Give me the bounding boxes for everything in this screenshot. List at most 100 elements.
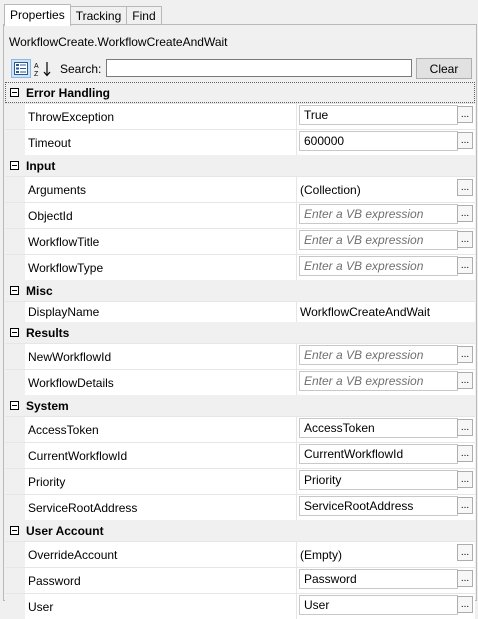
- category-label: Results: [26, 325, 70, 340]
- property-row-accesstoken: AccessToken AccessToken...: [5, 416, 475, 442]
- tab-find[interactable]: Find: [126, 6, 162, 25]
- svg-text:Z: Z: [34, 71, 39, 77]
- property-name[interactable]: ThrowException: [25, 104, 297, 129]
- tab-properties[interactable]: Properties: [4, 4, 71, 26]
- collapse-icon[interactable]: [10, 401, 19, 410]
- ellipsis-button[interactable]: ...: [457, 346, 473, 363]
- ellipsis-button[interactable]: ...: [457, 596, 473, 613]
- property-row-displayname: DisplayName WorkflowCreateAndWait: [5, 301, 475, 322]
- property-value-input[interactable]: CurrentWorkflowId: [299, 444, 458, 464]
- ellipsis-button[interactable]: ...: [457, 205, 473, 222]
- property-value-cell: Enter a VB expression...: [297, 344, 475, 369]
- category-system[interactable]: System: [5, 395, 475, 416]
- property-name[interactable]: WorkflowDetails: [25, 370, 297, 395]
- category-user-account[interactable]: User Account: [5, 520, 475, 541]
- expression-placeholder: Enter a VB expression: [304, 348, 424, 362]
- properties-panel: WorkflowCreate.WorkflowCreateAndWait A Z…: [3, 24, 477, 619]
- property-value-input[interactable]: Password: [299, 569, 458, 589]
- property-name[interactable]: OverrideAccount: [25, 542, 297, 567]
- property-value[interactable]: WorkflowCreateAndWait: [300, 302, 430, 322]
- property-name[interactable]: CurrentWorkflowId: [25, 443, 297, 468]
- category-error-handling[interactable]: Error Handling: [5, 82, 475, 103]
- property-value-input[interactable]: Priority: [299, 470, 458, 490]
- row-gutter: [5, 417, 25, 442]
- property-name[interactable]: AccessToken: [25, 417, 297, 442]
- property-row-workflowtype: WorkflowType Enter a VB expression...: [5, 254, 475, 280]
- property-name[interactable]: NewWorkflowId: [25, 344, 297, 369]
- collapse-icon[interactable]: [10, 328, 19, 337]
- row-gutter: [5, 594, 25, 619]
- row-gutter: [5, 495, 25, 520]
- property-value-input[interactable]: Enter a VB expression: [299, 345, 458, 365]
- property-grid: Error Handling ThrowException True... Timeo…: [5, 82, 475, 619]
- property-value: CurrentWorkflowId: [304, 447, 404, 461]
- collapse-icon[interactable]: [10, 526, 19, 535]
- property-name[interactable]: DisplayName: [25, 302, 297, 322]
- ellipsis-button[interactable]: ...: [457, 544, 473, 561]
- property-row-workflowtitle: WorkflowTitle Enter a VB expression...: [5, 228, 475, 254]
- tab-tracking[interactable]: Tracking: [69, 6, 128, 25]
- ellipsis-button[interactable]: ...: [457, 497, 473, 514]
- property-value-input[interactable]: 600000: [299, 131, 458, 151]
- collapse-icon[interactable]: [10, 88, 19, 97]
- ellipsis-button[interactable]: ...: [457, 106, 473, 123]
- property-value-input[interactable]: Enter a VB expression: [299, 256, 458, 276]
- property-row-objectid: ObjectId Enter a VB expression...: [5, 202, 475, 228]
- row-gutter: [5, 469, 25, 494]
- category-misc[interactable]: Misc: [5, 280, 475, 301]
- ellipsis-button[interactable]: ...: [457, 179, 473, 196]
- expression-placeholder: Enter a VB expression: [304, 233, 424, 247]
- category-input[interactable]: Input: [5, 155, 475, 176]
- property-row-arguments: Arguments (Collection)...: [5, 176, 475, 202]
- property-name[interactable]: Password: [25, 568, 297, 593]
- property-value-input[interactable]: AccessToken: [299, 418, 458, 438]
- property-value-input[interactable]: Enter a VB expression: [299, 230, 458, 250]
- property-name[interactable]: ServiceRootAddress: [25, 495, 297, 520]
- property-value-cell: (Empty)...: [297, 542, 475, 567]
- row-gutter: [5, 130, 25, 155]
- property-value-input[interactable]: Enter a VB expression: [299, 371, 458, 391]
- property-value: (Empty): [300, 547, 342, 562]
- category-label: Misc: [26, 283, 53, 298]
- search-label: Search:: [60, 62, 102, 76]
- property-row-user: User User...: [5, 593, 475, 619]
- property-name[interactable]: Timeout: [25, 130, 297, 155]
- row-gutter: [5, 255, 25, 280]
- property-value-cell: Enter a VB expression...: [297, 255, 475, 280]
- property-value: True: [304, 108, 329, 122]
- property-name[interactable]: ObjectId: [25, 203, 297, 228]
- expression-placeholder: Enter a VB expression: [304, 374, 424, 388]
- property-value: (Collection): [300, 182, 361, 197]
- sort-alphabetical-icon[interactable]: A Z: [33, 59, 53, 78]
- ellipsis-button[interactable]: ...: [457, 257, 473, 274]
- categorized-view-icon[interactable]: [11, 59, 31, 78]
- search-input[interactable]: [106, 59, 412, 77]
- ellipsis-button[interactable]: ...: [457, 419, 473, 436]
- property-name[interactable]: WorkflowTitle: [25, 229, 297, 254]
- property-value-input[interactable]: True: [299, 105, 458, 125]
- property-row-overrideaccount: OverrideAccount (Empty)...: [5, 541, 475, 567]
- property-value-input[interactable]: User: [299, 595, 458, 615]
- ellipsis-button[interactable]: ...: [457, 132, 473, 149]
- property-value-input[interactable]: ServiceRootAddress: [299, 496, 458, 516]
- clear-button[interactable]: Clear: [416, 58, 472, 79]
- ellipsis-button[interactable]: ...: [457, 231, 473, 248]
- property-value-cell: User...: [297, 594, 475, 619]
- row-gutter: [5, 177, 25, 202]
- property-row-priority: Priority Priority...: [5, 468, 475, 494]
- property-value-cell: WorkflowCreateAndWait: [297, 302, 475, 322]
- property-row-timeout: Timeout 600000...: [5, 129, 475, 155]
- collapse-icon[interactable]: [10, 286, 19, 295]
- property-name[interactable]: WorkflowType: [25, 255, 297, 280]
- property-name[interactable]: User: [25, 594, 297, 619]
- category-results[interactable]: Results: [5, 322, 475, 343]
- collapse-icon[interactable]: [10, 161, 19, 170]
- ellipsis-button[interactable]: ...: [457, 445, 473, 462]
- property-name[interactable]: Priority: [25, 469, 297, 494]
- property-name[interactable]: Arguments: [25, 177, 297, 202]
- ellipsis-button[interactable]: ...: [457, 372, 473, 389]
- ellipsis-button[interactable]: ...: [457, 471, 473, 488]
- property-value-input[interactable]: Enter a VB expression: [299, 204, 458, 224]
- property-value-cell: CurrentWorkflowId...: [297, 443, 475, 468]
- ellipsis-button[interactable]: ...: [457, 570, 473, 587]
